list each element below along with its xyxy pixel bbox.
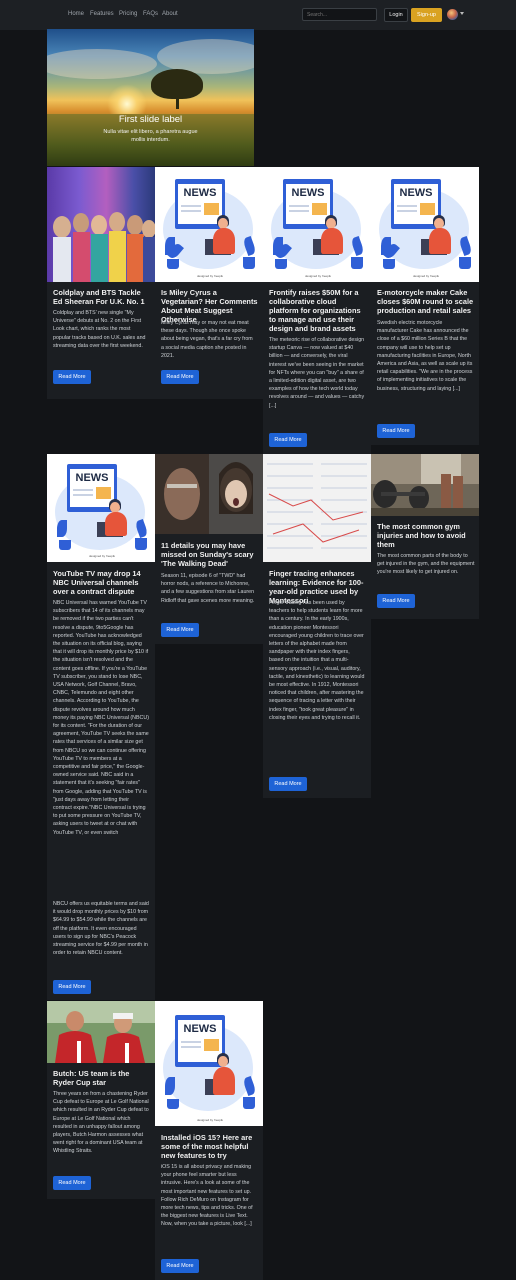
nav-link-about[interactable]: About bbox=[162, 11, 178, 17]
image-credit: designed by freepik bbox=[413, 274, 440, 278]
card-image-coldplay-bts bbox=[47, 167, 155, 282]
tree-trunk bbox=[176, 95, 179, 109]
read-more-button[interactable]: Read More bbox=[377, 594, 415, 608]
card-text-overflow: NBCU offers us equitable terms and said … bbox=[53, 901, 149, 957]
read-more-button[interactable]: Read More bbox=[161, 370, 199, 384]
read-more-button[interactable]: Read More bbox=[161, 623, 199, 637]
card-title: E-motorcycle maker Cake closes $60M roun… bbox=[377, 288, 474, 315]
hero-carousel-slide: First slide label Nulla vitae elit liber… bbox=[47, 29, 254, 166]
news-word: NEWS bbox=[75, 472, 109, 484]
card-text: Finger tracing has been used by teachers… bbox=[269, 600, 365, 721]
read-more-button[interactable]: Read More bbox=[377, 424, 415, 438]
news-word: NEWS bbox=[183, 187, 217, 199]
news-word: NEWS bbox=[183, 1023, 217, 1035]
card-title: 11 details you may have missed on Sunday… bbox=[161, 541, 254, 568]
image-credit: designed by freepik bbox=[197, 1118, 224, 1122]
search-input[interactable] bbox=[302, 8, 377, 21]
news-illustration-image: NEWS designed by freepik bbox=[155, 167, 263, 282]
news-illustration-image: NEWS designed by freepik bbox=[371, 167, 479, 282]
news-card: NEWS designed by freepik E-motorcycle ma… bbox=[371, 167, 479, 445]
card-text: iOS 15 is all about privacy and making y… bbox=[161, 1164, 253, 1228]
news-card: The most common gym injuries and how to … bbox=[371, 454, 479, 619]
news-card: Coldplay and BTS Tackle Ed Sheeran For U… bbox=[47, 167, 155, 399]
nav-link-home[interactable]: Home bbox=[68, 11, 84, 17]
cloud-shape bbox=[47, 49, 157, 79]
card-text: Three years on from a chastening Ryder C… bbox=[53, 1091, 149, 1155]
chevron-down-icon[interactable] bbox=[460, 12, 464, 15]
card-text: Season 11, episode 6 of "TWD" had horror… bbox=[161, 573, 255, 604]
horror-still-shape bbox=[155, 454, 263, 534]
read-more-button[interactable]: Read More bbox=[161, 1259, 199, 1273]
card-text: Coldplay and BTS' new single "My Univers… bbox=[53, 310, 146, 349]
card-title: Frontify raises $50M for a collaborative… bbox=[269, 288, 361, 333]
read-more-button[interactable]: Read More bbox=[53, 980, 91, 994]
band-photo-shape bbox=[53, 212, 155, 282]
card-text: NBC Universal has warned YouTube TV subs… bbox=[53, 600, 149, 836]
news-illustration-image: NEWS designed by freepik bbox=[263, 167, 371, 282]
news-word: NEWS bbox=[399, 187, 433, 199]
card-title: Installed iOS 15? Here are some of the m… bbox=[161, 1133, 253, 1160]
user-avatar[interactable] bbox=[447, 9, 458, 20]
card-image-gym bbox=[371, 454, 479, 516]
top-navbar: Home Features Pricing FAQs About Login S… bbox=[0, 0, 516, 30]
signup-button[interactable]: Sign-up bbox=[411, 8, 442, 22]
golfers-photo-shape bbox=[47, 1001, 155, 1063]
login-button[interactable]: Login bbox=[384, 8, 408, 22]
card-title: Coldplay and BTS Tackle Ed Sheeran For U… bbox=[53, 288, 145, 306]
nav-link-features[interactable]: Features bbox=[90, 11, 114, 17]
card-image-walking-dead bbox=[155, 454, 263, 534]
card-image-ryder-cup bbox=[47, 1001, 155, 1063]
news-card: NEWS designed by freepik Installed iOS 1… bbox=[155, 1001, 263, 1280]
image-credit: designed by freepik bbox=[305, 274, 332, 278]
card-image-finger-tracing bbox=[263, 454, 371, 562]
nav-link-faqs[interactable]: FAQs bbox=[143, 11, 158, 17]
news-illustration-image: NEWS designed by freepik bbox=[47, 454, 155, 562]
read-more-button[interactable]: Read More bbox=[269, 433, 307, 447]
card-text: The most common parts of the body to get… bbox=[377, 553, 475, 576]
news-illustration-image: NEWS designed by freepik bbox=[155, 1001, 263, 1126]
card-text: The meteoric rise of collaborative desig… bbox=[269, 337, 365, 409]
card-title: The most common gym injuries and how to … bbox=[377, 522, 466, 549]
read-more-button[interactable]: Read More bbox=[269, 777, 307, 791]
news-card: NEWS designed by freepik YouTube TV may … bbox=[47, 454, 155, 1000]
hero-subtitle: Nulla vitae elit libero, a pharetra augu… bbox=[103, 129, 198, 143]
card-title: YouTube TV may drop 14 NBC Universal cha… bbox=[53, 569, 141, 596]
image-credit: designed by freepik bbox=[89, 554, 116, 558]
gym-photo-shape bbox=[371, 454, 479, 516]
hero-title: First slide label bbox=[118, 114, 183, 125]
read-more-button[interactable]: Read More bbox=[53, 1176, 91, 1190]
card-text: Miley Cyrus may or may not eat meat thes… bbox=[161, 320, 253, 359]
news-card: NEWS designed by freepik Frontify raises… bbox=[263, 167, 371, 454]
card-title: Butch: US team is the Ryder Cup star bbox=[53, 1069, 130, 1087]
news-card: NEWS designed by freepik Is Miley Cyrus … bbox=[155, 167, 263, 399]
worksheet-shape bbox=[263, 454, 371, 562]
news-card: 11 details you may have missed on Sunday… bbox=[155, 454, 263, 644]
news-card: Butch: US team is the Ryder Cup star Thr… bbox=[47, 1001, 155, 1199]
image-credit: designed by freepik bbox=[197, 274, 224, 278]
card-text: Swedish electric motorcycle manufacturer… bbox=[377, 320, 473, 392]
read-more-button[interactable]: Read More bbox=[53, 370, 91, 384]
news-card: Finger tracing enhances learning: Eviden… bbox=[263, 454, 371, 798]
news-word: NEWS bbox=[291, 187, 325, 199]
nav-link-pricing[interactable]: Pricing bbox=[119, 11, 137, 17]
